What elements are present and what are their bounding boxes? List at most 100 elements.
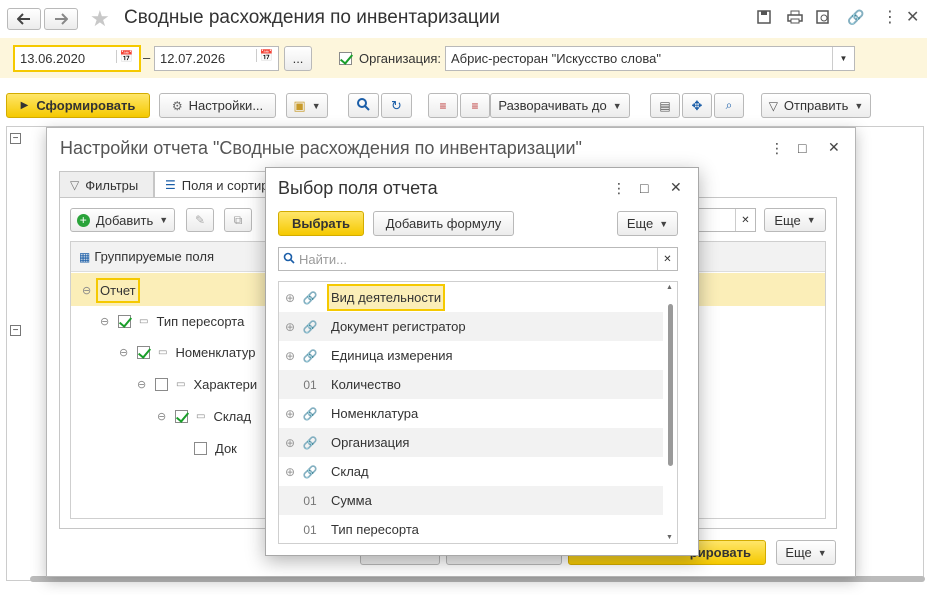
move-button[interactable]: ✥ [682,93,712,118]
collapse-icon[interactable]: ⊖ [82,284,96,297]
generate-button[interactable]: ▶ Сформировать [6,93,150,118]
list-item[interactable]: 01 Сумма [279,486,663,515]
list-item[interactable]: 01 Количество [279,370,663,399]
back-button[interactable] [7,8,41,30]
list-item[interactable]: ⊕ 🔗 Вид деятельности [279,283,663,312]
preview-icon[interactable] [816,10,830,27]
expand-icon[interactable]: ⊕ [279,349,301,363]
variants-button[interactable]: ▣ ▼ [286,93,328,118]
link-icon: 🔗 [302,319,318,334]
expand-icon[interactable]: ⊕ [279,291,301,305]
tree-row-label: Док [215,440,237,456]
tree-checkbox[interactable] [194,441,207,455]
tree-row[interactable]: ⊖ ▭ Склад [157,405,251,427]
expand-icon[interactable]: ⊕ [279,407,301,421]
print-button[interactable]: ▤ [650,93,680,118]
send-button[interactable]: ▽ Отправить ▼ [761,93,871,118]
date-from-field[interactable]: 13.06.2020 📅 [13,45,141,72]
chevron-down-icon[interactable]: ▼ [832,47,854,70]
expand-icon[interactable]: ⊕ [279,436,301,450]
list-item[interactable]: ⊕ 🔗 Склад [279,457,663,486]
expand-icon[interactable]: ⊕ [279,320,301,334]
tree-row-label: Номенклатур [175,344,256,360]
list-item[interactable]: ⊕ 🔗 Организация [279,428,663,457]
calendar-icon[interactable]: 📅 [256,49,276,62]
add-icon: + [76,213,90,227]
maximize-icon[interactable]: □ [798,140,806,156]
preview-button[interactable]: ⌕ [714,93,744,118]
org-label: Организация: [359,51,442,66]
scroll-thumb[interactable] [668,304,673,466]
save-icon[interactable] [757,10,771,27]
field-more-button[interactable]: Еще ▼ [617,211,678,236]
sort-asc-icon: ≡ [439,98,447,113]
favorite-star-icon[interactable]: ★ [90,6,110,32]
clear-icon[interactable]: ✕ [657,248,677,270]
more-button[interactable]: Еще ▼ [764,208,826,232]
edit-button[interactable]: ✎ [186,208,214,232]
vertical-scrollbar[interactable]: ▲ ▼ [663,282,677,543]
link-icon[interactable]: 🔗 [847,9,864,26]
close-icon[interactable]: ✕ [906,7,919,27]
list-item-label: Тип пересорта [331,522,419,537]
collapse-icon[interactable]: ⊖ [137,378,155,391]
tree-checkbox[interactable] [137,345,150,359]
more-vertical-icon[interactable]: ⋮ [882,7,898,27]
calendar-icon[interactable]: 📅 [116,50,136,63]
link-icon: 🔗 [302,348,318,363]
close-icon[interactable]: ✕ [670,179,682,196]
period-button[interactable]: ... [284,46,312,71]
sort-desc-button[interactable]: ≡ [460,93,490,118]
more-vertical-icon[interactable]: ⋮ [612,180,626,197]
page-title: Сводные расхождения по инвентаризации [124,7,500,28]
tree-checkbox[interactable] [175,409,188,423]
maximize-icon[interactable]: □ [640,180,648,196]
expand-icon[interactable]: ⊕ [279,465,301,479]
clear-icon[interactable]: ✕ [735,209,755,231]
move-icon: ✥ [691,97,703,113]
search-button[interactable] [348,93,379,118]
link-icon: 🔗 [302,464,318,479]
close-icon[interactable]: ✕ [828,139,840,156]
list-item[interactable]: 01 Тип пересорта [279,515,663,543]
scroll-down-icon[interactable]: ▼ [666,534,673,541]
field-search-input[interactable]: Найти... ✕ [278,247,678,271]
tree-row[interactable]: Док [194,437,237,459]
expand-to-button[interactable]: Разворачивать до ▼ [490,93,630,118]
list-item[interactable]: ⊕ 🔗 Документ регистратор [279,312,663,341]
forward-button[interactable] [44,8,78,30]
collapse-icon[interactable]: ⊖ [100,315,118,328]
tree-checkbox[interactable] [118,314,131,328]
add-button[interactable]: + Добавить ▼ [70,208,175,232]
tree-checkbox[interactable] [155,377,168,391]
settings-search-field[interactable]: ✕ [690,208,756,232]
org-checkbox[interactable] [339,52,352,65]
sort-asc-button[interactable]: ≡ [428,93,458,118]
tree-row[interactable]: ⊖ ▭ Номенклатур [119,341,255,363]
bottom-more-button[interactable]: Еще ▼ [776,540,836,565]
more-vertical-icon[interactable]: ⋮ [770,140,784,157]
select-button[interactable]: Выбрать [278,211,364,236]
tree-row[interactable]: ⊖ ▭ Характери [137,373,257,395]
add-formula-button[interactable]: Добавить формулу [373,211,514,236]
tab-filters[interactable]: ▽ Фильтры [59,171,154,198]
date-separator: – [143,50,151,65]
list-item[interactable]: ⊕ 🔗 Единица измерения [279,341,663,370]
report-group-toggle[interactable]: − [10,325,21,336]
number-field-icon: 01 [303,493,317,508]
list-item-label: Организация [331,435,410,450]
scroll-up-icon[interactable]: ▲ [666,284,673,291]
field-icon: ▭ [158,346,168,358]
list-item[interactable]: ⊕ 🔗 Номенклатура [279,399,663,428]
org-select[interactable]: Абрис-ресторан "Искусство слова" ▼ [445,46,855,71]
print-icon[interactable] [787,10,803,27]
collapse-icon[interactable]: ⊖ [119,346,137,359]
search-next-button[interactable]: ↻ [381,93,412,118]
date-to-field[interactable]: 12.07.2026 📅 [154,46,279,71]
settings-button[interactable]: ⚙ Настройки... [159,93,276,118]
group-button[interactable]: ⧉ [224,208,252,232]
report-group-toggle[interactable]: − [10,133,21,144]
tree-row[interactable]: ⊖ ▭ Тип пересорта [100,310,244,332]
collapse-icon[interactable]: ⊖ [157,410,175,423]
tree-row[interactable]: ⊖ Отчет [82,277,140,303]
